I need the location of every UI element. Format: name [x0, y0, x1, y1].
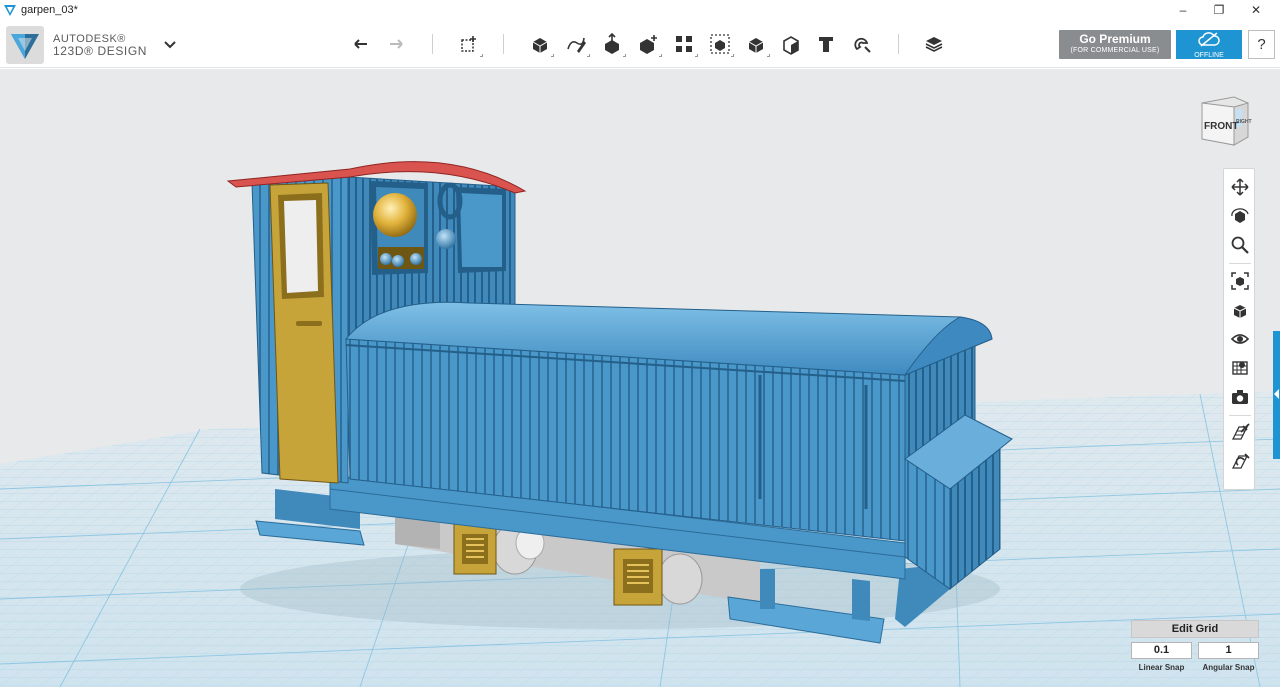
offline-label: OFFLINE [1194, 52, 1224, 59]
zoom-button[interactable] [1228, 233, 1252, 257]
3d-viewport[interactable]: FRONT RIGHT Edit Grid 0.1 1 Linear Snap … [0, 69, 1280, 687]
construct-icon [605, 33, 619, 54]
combine-button[interactable] [742, 30, 770, 58]
fit-button[interactable] [1228, 269, 1252, 293]
toolbar-separator [432, 34, 433, 54]
materials-icon [1232, 361, 1248, 375]
transform-icon [461, 36, 476, 52]
pan-icon [1231, 178, 1249, 196]
brand-line-2: 123D® DESIGN [53, 44, 148, 58]
modify-button[interactable] [634, 30, 662, 58]
grouping-button[interactable] [706, 30, 734, 58]
chevron-left-icon [1274, 389, 1279, 399]
text-icon [819, 37, 833, 52]
undo-button[interactable] [347, 30, 375, 58]
chevron-down-icon[interactable] [162, 36, 178, 52]
grid-toggle-button[interactable] [1228, 421, 1252, 445]
eye-icon [1230, 334, 1250, 344]
go-premium-sublabel: (FOR COMMERCIAL USE) [1070, 47, 1160, 54]
text-button[interactable] [812, 30, 840, 58]
orbit-button[interactable] [1228, 204, 1252, 228]
nav-separator [1229, 415, 1251, 416]
modify-icon [640, 35, 657, 54]
123d-logo-icon [6, 26, 44, 64]
material-button[interactable] [920, 30, 948, 58]
construct-button[interactable] [598, 30, 626, 58]
combine-icon [748, 38, 764, 53]
go-premium-button[interactable]: Go Premium (FOR COMMERCIAL USE) [1059, 30, 1171, 59]
sketch-button[interactable] [562, 30, 590, 58]
offline-button[interactable]: OFFLINE [1176, 30, 1242, 59]
redo-button[interactable] [382, 30, 410, 58]
window-title: garpen_03* [21, 4, 78, 16]
linear-snap-field[interactable]: 0.1 [1131, 642, 1192, 659]
redo-icon [390, 39, 403, 49]
side-panel-toggle[interactable] [1273, 331, 1280, 459]
visibility-button[interactable] [1228, 327, 1252, 351]
grid-toggle-icon [1231, 423, 1250, 440]
cloud-offline-icon [1198, 32, 1220, 47]
edit-grid-button[interactable]: Edit Grid [1131, 620, 1259, 638]
snap-button[interactable] [848, 30, 876, 58]
zoom-icon [1231, 236, 1249, 254]
navigation-bar [1223, 168, 1255, 490]
fit-icon [1231, 272, 1249, 290]
toolbar-separator [898, 34, 899, 54]
materials-button[interactable] [1228, 356, 1252, 380]
undo-icon [354, 39, 367, 49]
pattern-icon [676, 36, 692, 52]
main-toolbar: AUTODESK® 123D® DESIGN Go Premium (FOR C… [0, 20, 1280, 68]
linear-snap-label: Linear Snap [1138, 663, 1185, 672]
model-scene[interactable] [0, 69, 1280, 687]
help-button[interactable]: ? [1248, 30, 1275, 59]
primitives-icon [532, 38, 548, 53]
maximize-button[interactable]: ❐ [1201, 0, 1237, 20]
viewcube-front-label: FRONT [1204, 121, 1238, 132]
minimize-button[interactable]: – [1165, 0, 1201, 20]
measure-icon [783, 36, 799, 55]
nav-separator [1229, 263, 1251, 264]
camera-icon [1232, 390, 1248, 404]
pattern-button[interactable] [670, 30, 698, 58]
go-premium-label: Go Premium [1079, 32, 1151, 46]
sketch-icon [567, 37, 586, 53]
angular-snap-field[interactable]: 1 [1198, 642, 1259, 659]
grouping-icon [710, 34, 730, 54]
viewcube-right-label: RIGHT [1236, 119, 1252, 125]
snap-toggle-icon [1231, 453, 1250, 469]
primitives-button[interactable] [526, 30, 554, 58]
transform-button[interactable] [455, 30, 483, 58]
pan-button[interactable] [1228, 175, 1252, 199]
view-icon [1233, 305, 1247, 318]
orbit-icon [1231, 208, 1249, 223]
app-logo-icon [4, 5, 16, 16]
brand[interactable]: AUTODESK® 123D® DESIGN [6, 26, 147, 64]
close-button[interactable]: ✕ [1238, 0, 1274, 20]
snap-toggle-button[interactable] [1228, 450, 1252, 474]
screenshot-button[interactable] [1228, 385, 1252, 409]
title-bar: garpen_03* [0, 0, 1280, 20]
view-button[interactable] [1228, 298, 1252, 322]
measure-button[interactable] [777, 30, 805, 58]
snap-icon [854, 37, 871, 53]
edit-grid-panel: Edit Grid 0.1 1 Linear Snap Angular Snap [1131, 620, 1259, 680]
material-icon [925, 37, 943, 52]
angular-snap-label: Angular Snap [1202, 663, 1255, 672]
view-cube[interactable]: FRONT RIGHT [1196, 93, 1256, 149]
toolbar-separator [503, 34, 504, 54]
